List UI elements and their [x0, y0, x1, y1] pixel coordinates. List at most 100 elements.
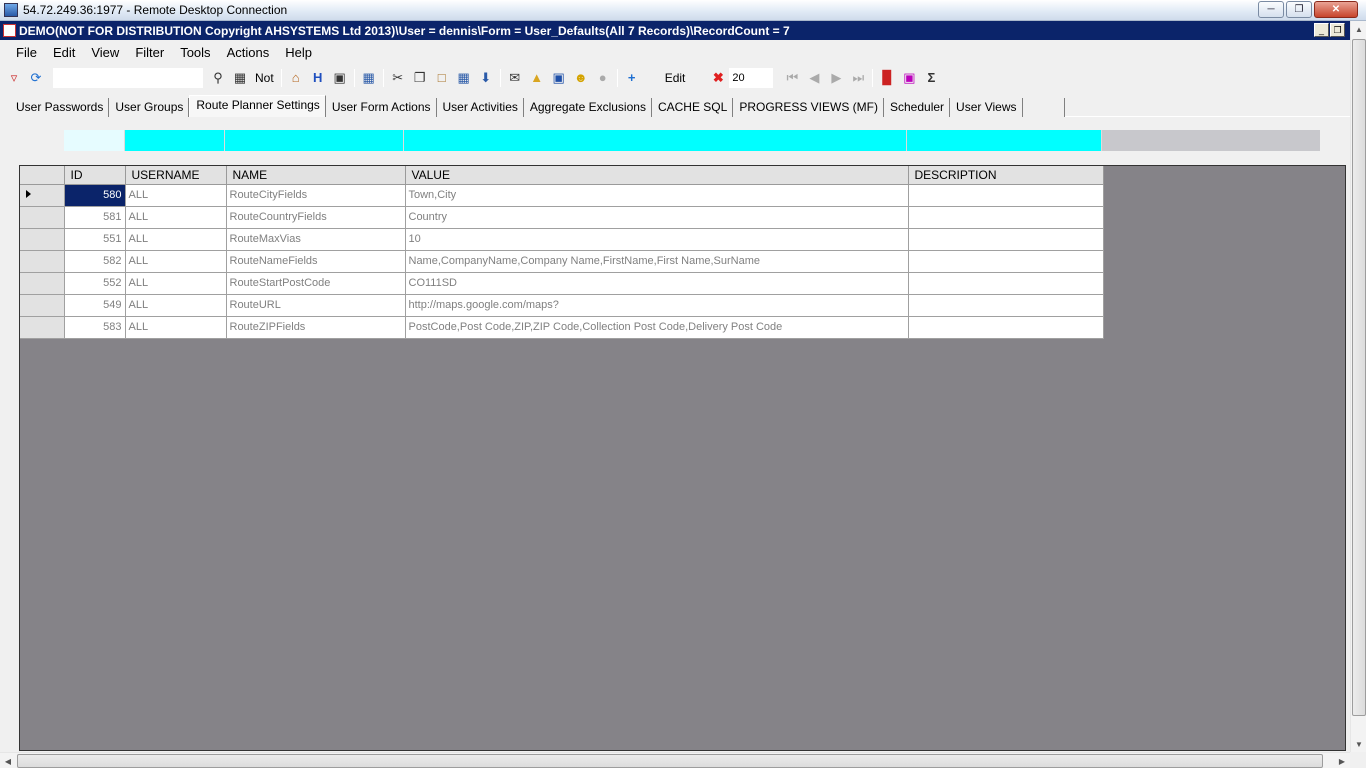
email-icon[interactable]: ✉: [505, 68, 525, 88]
cell-value[interactable]: Name,CompanyName,Company Name,FirstName,…: [405, 250, 909, 273]
row-selector[interactable]: [20, 228, 65, 251]
cell-value[interactable]: http://maps.google.com/maps?: [405, 294, 909, 317]
book-icon[interactable]: ▣: [330, 68, 350, 88]
column-header-username[interactable]: USERNAME: [125, 166, 227, 185]
vertical-scroll-thumb[interactable]: [1352, 39, 1366, 716]
row-header-corner[interactable]: [20, 166, 65, 185]
filter-id[interactable]: [64, 130, 125, 151]
tab-blank[interactable]: [1022, 98, 1065, 117]
search-input[interactable]: [53, 67, 203, 88]
cell-value[interactable]: CO111SD: [405, 272, 909, 295]
minimize-button[interactable]: ─: [1258, 1, 1284, 18]
import-icon[interactable]: ⬇: [476, 68, 496, 88]
clear-filter-icon[interactable]: ▿: [4, 68, 24, 88]
chart-icon[interactable]: ▉: [877, 68, 897, 88]
menu-tools[interactable]: Tools: [172, 45, 218, 60]
table-row[interactable]: 582 ALL RouteNameFields Name,CompanyName…: [20, 250, 1104, 273]
cell-description[interactable]: [908, 272, 1104, 295]
scroll-right-icon[interactable]: ▶: [1334, 753, 1350, 768]
cell-username[interactable]: ALL: [125, 316, 227, 339]
cell-name[interactable]: RouteURL: [226, 294, 406, 317]
cell-name[interactable]: RouteMaxVias: [226, 228, 406, 251]
cell-description[interactable]: [908, 206, 1104, 229]
cell-username[interactable]: ALL: [125, 250, 227, 273]
tab-user-form-actions[interactable]: User Form Actions: [325, 98, 437, 117]
filter-name[interactable]: [225, 130, 404, 151]
print-preview-icon[interactable]: ▣: [899, 68, 919, 88]
edit-button[interactable]: Edit: [661, 71, 690, 85]
filter-description[interactable]: [907, 130, 1102, 151]
cell-id[interactable]: 551: [64, 228, 126, 251]
row-selector[interactable]: [20, 316, 65, 339]
column-header-id[interactable]: ID: [64, 166, 126, 185]
sum-icon[interactable]: Σ: [921, 68, 941, 88]
copy-icon[interactable]: ❐: [410, 68, 430, 88]
table-row[interactable]: 552 ALL RouteStartPostCode CO111SD: [20, 272, 1104, 295]
cell-name[interactable]: RouteZIPFields: [226, 316, 406, 339]
cell-name[interactable]: RouteStartPostCode: [226, 272, 406, 295]
table-row[interactable]: 551 ALL RouteMaxVias 10: [20, 228, 1104, 251]
column-header-name[interactable]: NAME: [226, 166, 406, 185]
cell-id[interactable]: 580: [64, 184, 126, 207]
cell-username[interactable]: ALL: [125, 228, 227, 251]
menu-file[interactable]: File: [8, 45, 45, 60]
tab-route-planner-settings[interactable]: Route Planner Settings: [189, 95, 326, 117]
cell-name[interactable]: RouteCountryFields: [226, 206, 406, 229]
column-header-value[interactable]: VALUE: [405, 166, 909, 185]
menu-filter[interactable]: Filter: [127, 45, 172, 60]
row-selector[interactable]: [20, 184, 65, 207]
tab-user-groups[interactable]: User Groups: [109, 98, 190, 117]
calculator-icon[interactable]: ▦: [359, 68, 379, 88]
horizontal-scroll-thumb[interactable]: [17, 754, 1323, 768]
tab-scheduler[interactable]: Scheduler: [884, 98, 951, 117]
find-icon[interactable]: ▦: [230, 68, 250, 88]
cell-value[interactable]: PostCode,Post Code,ZIP,ZIP Code,Collecti…: [405, 316, 909, 339]
last-record-icon[interactable]: ⏭: [848, 68, 868, 88]
table-row[interactable]: 583 ALL RouteZIPFields PostCode,Post Cod…: [20, 316, 1104, 339]
cell-username[interactable]: ALL: [125, 294, 227, 317]
cell-value[interactable]: Town,City: [405, 184, 909, 207]
cell-id[interactable]: 552: [64, 272, 126, 295]
tab-user-activities[interactable]: User Activities: [436, 98, 524, 117]
tab-user-views[interactable]: User Views: [950, 98, 1023, 117]
grey-circle-icon[interactable]: ●: [593, 68, 613, 88]
column-header-description[interactable]: DESCRIPTION: [908, 166, 1104, 185]
row-selector[interactable]: [20, 250, 65, 273]
scroll-left-icon[interactable]: ◀: [0, 753, 16, 768]
cell-username[interactable]: ALL: [125, 272, 227, 295]
cell-value[interactable]: 10: [405, 228, 909, 251]
mdi-restore-button[interactable]: ❐: [1330, 23, 1345, 37]
refresh-icon[interactable]: ⟳: [26, 68, 46, 88]
save-icon[interactable]: ▣: [549, 68, 569, 88]
smiley-icon[interactable]: ☻: [571, 68, 591, 88]
scroll-up-icon[interactable]: ▲: [1351, 21, 1366, 37]
first-record-icon[interactable]: ⏮: [782, 68, 802, 88]
add-record-icon[interactable]: +: [622, 68, 642, 88]
cut-icon[interactable]: ✂: [388, 68, 408, 88]
cell-value[interactable]: Country: [405, 206, 909, 229]
cell-description[interactable]: [908, 228, 1104, 251]
cell-description[interactable]: [908, 316, 1104, 339]
cell-name[interactable]: RouteNameFields: [226, 250, 406, 273]
restore-button[interactable]: ❐: [1286, 1, 1312, 18]
cell-username[interactable]: ALL: [125, 206, 227, 229]
menu-actions[interactable]: Actions: [219, 45, 278, 60]
tab-user-passwords[interactable]: User Passwords: [10, 98, 110, 117]
cell-username[interactable]: ALL: [125, 184, 227, 207]
vertical-scrollbar[interactable]: ▲ ▼: [1350, 21, 1366, 752]
h-button[interactable]: H: [308, 68, 328, 88]
cell-name[interactable]: RouteCityFields: [226, 184, 406, 207]
cell-description[interactable]: [908, 250, 1104, 273]
filter-username[interactable]: [125, 130, 225, 151]
mdi-minimize-button[interactable]: _: [1314, 23, 1329, 37]
scroll-down-icon[interactable]: ▼: [1351, 736, 1366, 752]
menu-help[interactable]: Help: [277, 45, 320, 60]
table-row[interactable]: 549 ALL RouteURL http://maps.google.com/…: [20, 294, 1104, 317]
table-row[interactable]: 581 ALL RouteCountryFields Country: [20, 206, 1104, 229]
cell-description[interactable]: [908, 184, 1104, 207]
cell-id[interactable]: 582: [64, 250, 126, 273]
previous-record-icon[interactable]: ◀: [804, 68, 824, 88]
tab-cache-sql[interactable]: CACHE SQL: [651, 98, 734, 117]
open-folder-icon[interactable]: ▲: [527, 68, 547, 88]
paste-special-icon[interactable]: ▦: [454, 68, 474, 88]
